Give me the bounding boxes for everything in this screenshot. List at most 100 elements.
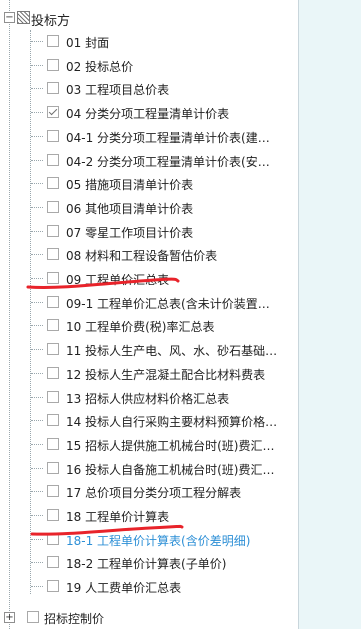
tree-item-row[interactable]: 18-2 工程单价计算表(子单价) — [0, 551, 298, 575]
tree-item-label: 04 分类分项工程量清单计价表 — [66, 107, 230, 122]
item-checkbox[interactable] — [47, 200, 59, 213]
tree-item-row[interactable]: 16 投标人自备施工机械台时(班)费汇… — [0, 457, 298, 481]
item-checkbox[interactable] — [47, 106, 59, 119]
item-checkbox[interactable] — [47, 272, 59, 284]
item-checkbox[interactable] — [47, 343, 59, 356]
tree-item-row[interactable]: 06 其他项目清单计价表 — [0, 196, 298, 220]
tree-item-row[interactable]: 07 零星工作项目计价表 — [0, 220, 298, 244]
tree-item-row[interactable]: 10 工程单价费(税)率汇总表 — [0, 314, 298, 338]
tree-connector — [31, 586, 43, 588]
tree-item-row[interactable]: 03 工程项目总价表 — [0, 77, 298, 101]
tree-item-label: 05 措施项目清单计价表 — [66, 178, 194, 193]
tree-item-row[interactable]: 18-1 工程单价计算表(含价差明细) — [0, 528, 298, 552]
tree-item-label: 10 工程单价费(税)率汇总表 — [66, 320, 215, 335]
item-checkbox[interactable] — [47, 414, 59, 427]
tree-connector — [31, 562, 43, 564]
tree-item-label: 11 投标人生产电、风、水、砂石基础… — [66, 344, 278, 359]
tree-root-row[interactable]: − 投标方 — [0, 6, 298, 30]
tree-connector — [31, 41, 43, 42]
tree-item-label: 18-2 工程单价计算表(子单价) — [66, 557, 227, 572]
tree-item-label: 01 封面 — [66, 36, 110, 50]
item-checkbox[interactable] — [47, 35, 59, 47]
item-checkbox[interactable] — [47, 580, 59, 593]
tree-connector — [31, 349, 43, 351]
item-checkbox[interactable] — [47, 224, 59, 237]
tree-item-row[interactable]: 02 投标总价 — [0, 54, 298, 78]
tree-item-row[interactable]: 18 工程单价计算表 — [0, 504, 298, 528]
tree-connector — [31, 183, 43, 185]
item-checkbox[interactable] — [47, 461, 59, 474]
tree-connector — [31, 135, 43, 137]
tree-item-label: 04-2 分类分项工程量清单计价表(安… — [66, 154, 270, 169]
item-checkbox[interactable] — [47, 153, 59, 166]
tree-connector — [31, 206, 43, 208]
tree-item-label: 18-1 工程单价计算表(含价差明细) — [66, 533, 251, 548]
tree-item-label: 09 工程单价汇总表 — [66, 273, 170, 287]
item-checkbox[interactable] — [47, 82, 59, 95]
item-checkbox[interactable] — [47, 177, 59, 190]
report-tree-panel: − 投标方 01 封面 02 投标总价 03 工程项目总价表 04 分类分项工程量清单… — [0, 0, 299, 629]
item-checkbox[interactable] — [47, 532, 59, 545]
tree-item-label: 18 工程单价计算表 — [66, 510, 170, 524]
tree-item-label: 06 其他项目清单计价表 — [66, 201, 194, 216]
tree-item-row[interactable]: 09-1 工程单价汇总表(含未计价装置… — [0, 291, 298, 315]
grid-folder-icon — [17, 11, 30, 24]
right-pane — [299, 0, 361, 629]
tree-item-label: 03 工程项目总价表 — [66, 83, 170, 98]
tree-item-label: 13 招标人供应材料价格汇总表 — [66, 391, 230, 406]
tree-connector — [31, 230, 43, 232]
item-checkbox[interactable] — [47, 509, 59, 521]
tree-item-label: 12 投标人生产混凝土配合比材料费表 — [66, 367, 266, 382]
tree-connector — [31, 278, 43, 279]
tree-connector — [31, 443, 43, 445]
tree-item-label: 09-1 工程单价汇总表(含未计价装置… — [66, 296, 270, 311]
tree-item-row[interactable]: 08 材料和工程设备暂估价表 — [0, 243, 298, 267]
tree-connector — [31, 325, 43, 327]
tree-item-label: 15 招标人提供施工机械台时(班)费汇… — [66, 438, 275, 453]
item-checkbox[interactable] — [47, 390, 59, 403]
tree-item-row[interactable]: 04-1 分类分项工程量清单计价表(建… — [0, 125, 298, 149]
collapse-toggle-icon[interactable]: − — [4, 12, 15, 23]
tree-connector — [31, 467, 43, 469]
item-checkbox[interactable] — [47, 366, 59, 379]
bottom-checkbox[interactable] — [27, 611, 39, 623]
item-checkbox[interactable] — [47, 319, 59, 332]
tree-item-row[interactable]: 04 分类分项工程量清单计价表 — [0, 101, 298, 125]
tree-item-row[interactable]: 09 工程单价汇总表 — [0, 267, 298, 291]
tree-item-row[interactable]: 12 投标人生产混凝土配合比材料费表 — [0, 362, 298, 386]
tree-root-label: 投标方 — [31, 14, 71, 29]
tree-item-row[interactable]: 01 封面 — [0, 30, 298, 54]
tree-item-label: 17 总价项目分类分项工程分解表 — [66, 486, 242, 501]
item-checkbox[interactable] — [47, 129, 59, 142]
tree-connector — [31, 538, 43, 540]
tree-bottom-row[interactable]: + 招标控制价 — [0, 606, 298, 629]
tree-item-label: 08 材料和工程设备暂估价表 — [66, 249, 218, 264]
tree-item-row[interactable]: 17 总价项目分类分项工程分解表 — [0, 480, 298, 504]
tree-connector — [31, 159, 43, 161]
item-checkbox[interactable] — [47, 58, 59, 71]
item-checkbox[interactable] — [47, 248, 59, 261]
item-checkbox[interactable] — [47, 437, 59, 450]
tree-item-row[interactable]: 15 招标人提供施工机械台时(班)费汇… — [0, 433, 298, 457]
tree-connector — [31, 396, 43, 398]
item-checkbox[interactable] — [47, 556, 59, 569]
tree-connector — [31, 88, 43, 90]
tree-item-row[interactable]: 14 投标人自行采购主要材料预算价格… — [0, 409, 298, 433]
tree-item-row[interactable]: 13 招标人供应材料价格汇总表 — [0, 386, 298, 410]
tree-connector — [31, 372, 43, 374]
tree-connector — [31, 301, 43, 303]
item-checkbox[interactable] — [47, 295, 59, 308]
tree-item-label: 14 投标人自行采购主要材料预算价格… — [66, 415, 278, 430]
tree-item-label: 16 投标人自备施工机械台时(班)费汇… — [66, 462, 275, 477]
tree-item-row[interactable]: 04-2 分类分项工程量清单计价表(安… — [0, 149, 298, 173]
tree-item-label: 19 人工费单价汇总表 — [66, 581, 182, 596]
tree-item-label: 07 零星工作项目计价表 — [66, 225, 194, 240]
expand-toggle-icon[interactable]: + — [4, 612, 15, 623]
tree-item-label: 02 投标总价 — [66, 59, 134, 74]
tree-item-row[interactable]: 05 措施项目清单计价表 — [0, 172, 298, 196]
tree-item-row[interactable]: 11 投标人生产电、风、水、砂石基础… — [0, 338, 298, 362]
item-checkbox[interactable] — [47, 485, 59, 498]
tree-connector — [31, 64, 43, 66]
tree-connector — [31, 420, 43, 422]
tree-item-row[interactable]: 19 人工费单价汇总表 — [0, 575, 298, 599]
